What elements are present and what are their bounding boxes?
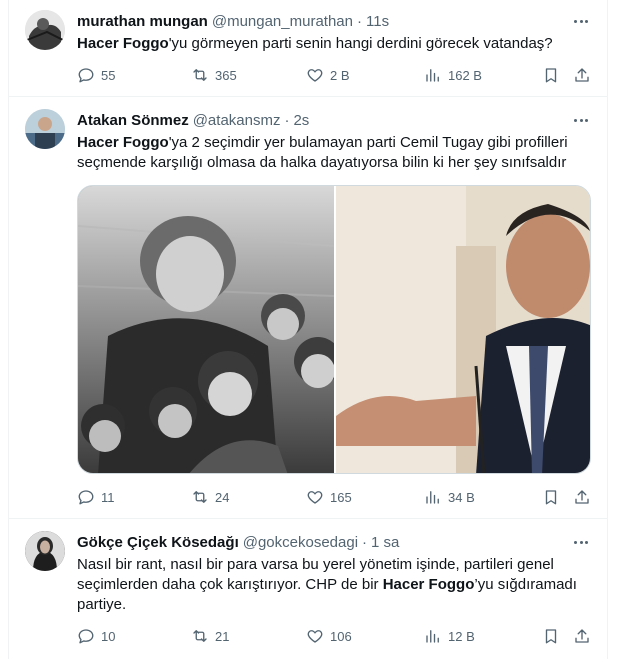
views-icon: [426, 491, 439, 504]
views-count: 12 B: [448, 628, 475, 644]
share-icon: [575, 629, 589, 643]
views-count: 34 B: [448, 489, 475, 505]
bookmark-button[interactable]: [542, 627, 560, 645]
reply-count: 10: [101, 628, 116, 644]
mention-bold: Hacer Foggo: [382, 576, 475, 593]
views-button[interactable]: 34 B: [424, 488, 475, 506]
reply-button[interactable]: 11: [77, 488, 115, 506]
reply-icon: [78, 490, 94, 505]
more-icon[interactable]: [571, 532, 591, 552]
like-button[interactable]: 165: [306, 488, 352, 506]
avatar[interactable]: [25, 109, 65, 149]
like-count: 2 B: [330, 67, 350, 83]
share-icon: [575, 68, 589, 82]
bookmark-icon: [545, 68, 557, 83]
like-button[interactable]: 2 B: [306, 66, 350, 84]
like-icon: [307, 630, 323, 643]
reply-icon: [78, 629, 94, 644]
tweet[interactable]: Atakan Sönmez @atakansmz · 2s Hacer Fogg…: [9, 97, 607, 519]
reply-count: 11: [101, 489, 115, 505]
more-icon[interactable]: [571, 11, 591, 31]
views-count: 162 B: [448, 67, 482, 83]
retweet-button[interactable]: 24: [191, 488, 229, 506]
separator-dot: ·: [357, 12, 362, 30]
like-button[interactable]: 106: [306, 627, 352, 645]
retweet-count: 21: [215, 628, 230, 644]
author-name[interactable]: Atakan Sönmez: [77, 112, 189, 129]
retweet-icon: [193, 69, 207, 81]
timestamp[interactable]: 11s: [366, 13, 389, 30]
more-icon[interactable]: [571, 110, 591, 130]
like-icon: [307, 69, 323, 82]
media-photo-right[interactable]: [336, 186, 590, 473]
views-icon: [426, 630, 439, 643]
tweet-text: Hacer Foggo'yu görmeyen parti senin hang…: [77, 34, 591, 54]
like-count: 106: [330, 628, 352, 644]
tweet-text-body: 'yu görmeyen parti senin hangi derdini g…: [168, 35, 553, 52]
tweet-text: Hacer Foggo'ya 2 seçimdir yer bulamayan …: [77, 133, 591, 173]
avatar[interactable]: [25, 531, 65, 571]
share-button[interactable]: [573, 627, 591, 645]
share-button[interactable]: [573, 66, 591, 84]
reply-button[interactable]: 55: [77, 66, 115, 84]
author-name[interactable]: Gökçe Çiçek Kösedağı: [77, 534, 239, 551]
bookmark-icon: [545, 629, 557, 644]
retweet-button[interactable]: 21: [191, 627, 229, 645]
reply-count: 55: [101, 67, 116, 83]
timestamp[interactable]: 1 sa: [371, 534, 399, 551]
like-count: 165: [330, 489, 352, 505]
bookmark-button[interactable]: [542, 488, 560, 506]
retweet-icon: [193, 630, 207, 642]
reply-icon: [78, 68, 94, 83]
author-handle[interactable]: @mungan_murathan: [212, 13, 353, 30]
retweet-button[interactable]: 365: [191, 66, 237, 84]
tweet[interactable]: Gökçe Çiçek Kösedağı @gokcekosedagi · 1 …: [9, 519, 607, 659]
like-icon: [307, 491, 323, 504]
share-button[interactable]: [573, 488, 591, 506]
tweet[interactable]: murathan mungan @mungan_murathan · 11s H…: [9, 0, 607, 97]
views-icon: [426, 69, 439, 82]
separator-dot: ·: [284, 111, 290, 129]
views-button[interactable]: 162 B: [424, 66, 482, 84]
share-icon: [575, 490, 589, 504]
timestamp[interactable]: 2s: [293, 112, 309, 129]
author-handle[interactable]: @gokcekosedagi: [243, 534, 358, 551]
retweet-count: 24: [215, 489, 230, 505]
views-button[interactable]: 12 B: [424, 627, 475, 645]
author-name[interactable]: murathan mungan: [77, 13, 208, 30]
bookmark-button[interactable]: [542, 66, 560, 84]
media-photo-left[interactable]: [78, 186, 334, 473]
mention-bold: Hacer Foggo: [77, 35, 169, 52]
retweet-count: 365: [215, 67, 237, 83]
author-handle[interactable]: @atakansmz: [193, 112, 281, 129]
tweet-text: Nasıl bir rant, nasıl bir para varsa bu …: [77, 555, 591, 615]
bookmark-icon: [545, 490, 557, 505]
separator-dot: ·: [362, 533, 368, 551]
tweet-media[interactable]: [77, 185, 591, 474]
reply-button[interactable]: 10: [77, 627, 115, 645]
retweet-icon: [193, 491, 207, 503]
mention-bold: Hacer Foggo: [77, 134, 169, 151]
avatar[interactable]: [25, 10, 65, 50]
